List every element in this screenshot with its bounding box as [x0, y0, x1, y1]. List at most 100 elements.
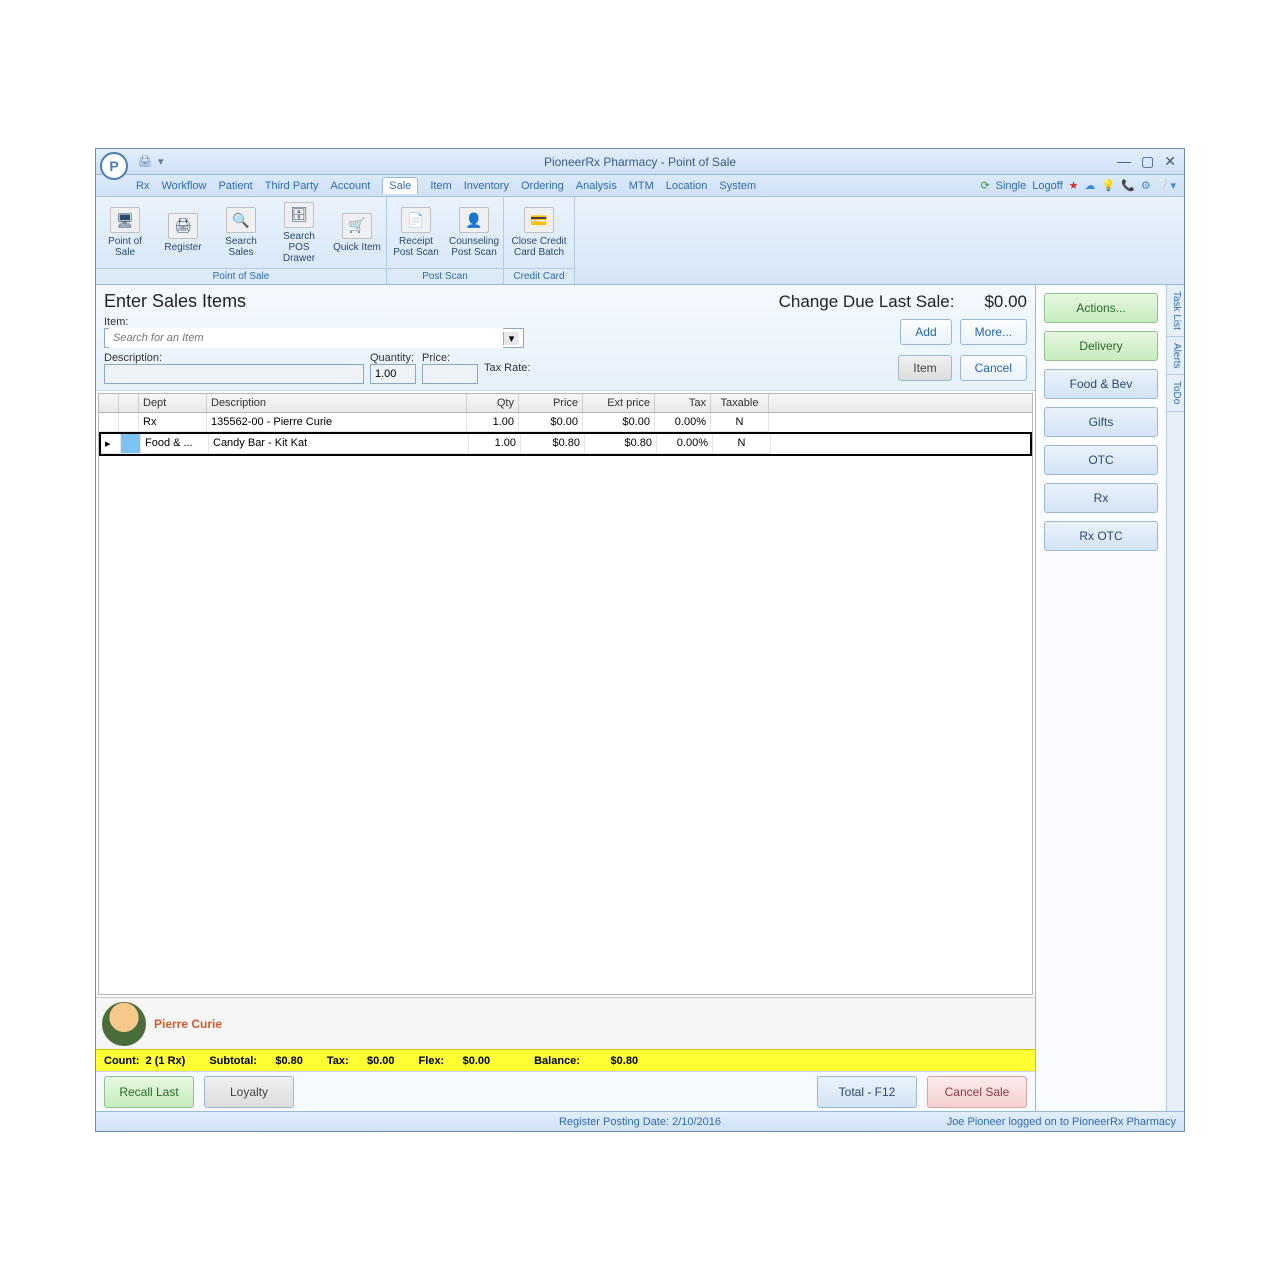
ribbon-quick-item[interactable]: 🛒Quick Item	[328, 197, 386, 268]
ribbon-search-pos-drawer[interactable]: 🗄Search POS Drawer	[270, 197, 328, 268]
menu-patient[interactable]: Patient	[218, 180, 252, 192]
creditcard-icon: 💳	[524, 207, 554, 233]
side-rx-otc-button[interactable]: Rx OTC	[1044, 521, 1158, 551]
col-description[interactable]: Description	[207, 394, 467, 412]
entry-header: Enter Sales Items Change Due Last Sale: …	[96, 285, 1035, 391]
side-otc-button[interactable]: OTC	[1044, 445, 1158, 475]
vtab-task-list[interactable]: Task List	[1167, 285, 1184, 337]
menu-account[interactable]: Account	[331, 180, 371, 192]
qat-dropdown-icon[interactable]: ▾	[158, 155, 164, 168]
ribbon-close-cc-batch[interactable]: 💳Close Credit Card Batch	[504, 197, 574, 268]
row-indicator-icon: ▸	[101, 434, 121, 454]
add-button[interactable]: Add	[900, 319, 951, 345]
menu-analysis[interactable]: Analysis	[576, 180, 617, 192]
menu-location[interactable]: Location	[666, 180, 708, 192]
app-window: P 🖨 ▾ PioneerRx Pharmacy - Point of Sale…	[95, 148, 1185, 1132]
cancel-button[interactable]: Cancel	[960, 355, 1027, 381]
table-row[interactable]: ▸ Food & ... Candy Bar - Kit Kat 1.00 $0…	[99, 432, 1032, 456]
col-qty[interactable]: Qty	[467, 394, 519, 412]
ribbon-point-of-sale[interactable]: 🖥Point of Sale	[96, 197, 154, 268]
app-logo[interactable]: P	[100, 152, 128, 180]
register-icon: 🖨	[168, 213, 198, 239]
ribbon-register[interactable]: 🖨Register	[154, 197, 212, 268]
tools-icon[interactable]: ⚙	[1141, 179, 1151, 192]
menubar: Rx Workflow Patient Third Party Account …	[96, 175, 1184, 197]
customer-name: Pierre Curie	[154, 1017, 222, 1031]
cancel-sale-button[interactable]: Cancel Sale	[927, 1076, 1027, 1108]
loyalty-button[interactable]: Loyalty	[204, 1076, 294, 1108]
change-due-value: $0.00	[984, 292, 1027, 312]
titlebar: P 🖨 ▾ PioneerRx Pharmacy - Point of Sale…	[96, 149, 1184, 175]
ribbon-receipt-post-scan[interactable]: 📄Receipt Post Scan	[387, 197, 445, 268]
window-title: PioneerRx Pharmacy - Point of Sale	[544, 155, 736, 169]
ribbon-group-creditcard: 💳Close Credit Card Batch Credit Card	[504, 197, 575, 284]
monitor-icon: 🖥	[110, 207, 140, 233]
mode-single[interactable]: Single	[996, 180, 1027, 192]
item-search-combo[interactable]: ▾	[104, 328, 524, 348]
side-rx-button[interactable]: Rx	[1044, 483, 1158, 513]
window-controls: — ▢ ✕	[1117, 153, 1184, 170]
more-button[interactable]: More...	[960, 319, 1027, 345]
main-panel: Enter Sales Items Change Due Last Sale: …	[96, 285, 1036, 1111]
ribbon-group-pos: 🖥Point of Sale 🖨Register 🔍Search Sales 🗄…	[96, 197, 387, 284]
total-button[interactable]: Total - F12	[817, 1076, 917, 1108]
chevron-down-icon[interactable]: ▾	[503, 332, 519, 345]
vtab-alerts[interactable]: Alerts	[1167, 337, 1184, 376]
quantity-input[interactable]	[370, 364, 416, 384]
col-ext-price[interactable]: Ext price	[583, 394, 655, 412]
menu-third-party[interactable]: Third Party	[265, 180, 319, 192]
side-food-bev-button[interactable]: Food & Bev	[1044, 369, 1158, 399]
col-tax[interactable]: Tax	[655, 394, 711, 412]
vtab-todo[interactable]: ToDo	[1167, 375, 1184, 411]
avatar-icon	[102, 1002, 146, 1046]
search-icon: 🔍	[226, 207, 256, 233]
side-gifts-button[interactable]: Gifts	[1044, 407, 1158, 437]
summary-bar: Count: 2 (1 Rx) Subtotal: $0.80 Tax: $0.…	[96, 1049, 1035, 1071]
col-price[interactable]: Price	[519, 394, 583, 412]
side-actions-button[interactable]: Actions...	[1044, 293, 1158, 323]
phone-icon[interactable]: 📞	[1121, 179, 1135, 192]
recall-last-button[interactable]: Recall Last	[104, 1076, 194, 1108]
chat-icon[interactable]: ☁	[1085, 179, 1096, 192]
menu-workflow[interactable]: Workflow	[161, 180, 206, 192]
menu-inventory[interactable]: Inventory	[464, 180, 509, 192]
maximize-button[interactable]: ▢	[1141, 153, 1154, 170]
drawer-icon: 🗄	[284, 202, 314, 228]
menu-sale[interactable]: Sale	[382, 177, 418, 194]
col-dept[interactable]: Dept	[139, 394, 207, 412]
posting-date: Register Posting Date: 2/10/2016	[559, 1116, 721, 1128]
price-input[interactable]	[422, 364, 478, 384]
tax-rate-label: Tax Rate:	[484, 362, 530, 374]
bulb-icon[interactable]: 💡	[1102, 179, 1116, 192]
menu-ordering[interactable]: Ordering	[521, 180, 564, 192]
logoff-link[interactable]: Logoff	[1032, 180, 1062, 192]
menu-item[interactable]: Item	[430, 180, 451, 192]
menu-rx[interactable]: Rx	[136, 180, 149, 192]
col-taxable[interactable]: Taxable	[711, 394, 769, 412]
table-row[interactable]: Rx 135562-00 - Pierre Curie 1.00 $0.00 $…	[99, 413, 1032, 432]
page-title: Enter Sales Items	[104, 291, 246, 312]
quick-access-toolbar: 🖨 ▾	[138, 155, 164, 168]
star-icon[interactable]: ★	[1069, 179, 1079, 192]
logged-on-text: Joe Pioneer logged on to PioneerRx Pharm…	[947, 1116, 1176, 1128]
side-delivery-button[interactable]: Delivery	[1044, 331, 1158, 361]
ribbon-counseling-post-scan[interactable]: 👤Counseling Post Scan	[445, 197, 503, 268]
table-header: Dept Description Qty Price Ext price Tax…	[99, 394, 1032, 413]
refresh-icon[interactable]: ⟳	[980, 179, 989, 192]
item-search-input[interactable]	[109, 328, 503, 348]
ribbon-group-label: Post Scan	[387, 268, 503, 284]
description-input[interactable]	[104, 364, 364, 384]
ribbon-group-label: Point of Sale	[96, 268, 386, 284]
ribbon-group-postscan: 📄Receipt Post Scan 👤Counseling Post Scan…	[387, 197, 504, 284]
close-button[interactable]: ✕	[1164, 153, 1176, 170]
menu-system[interactable]: System	[719, 180, 756, 192]
receipt-icon: 📄	[401, 207, 431, 233]
qat-print-icon[interactable]: 🖨	[138, 155, 152, 168]
ribbon-search-sales[interactable]: 🔍Search Sales	[212, 197, 270, 268]
item-button[interactable]: Item	[898, 355, 951, 381]
person-icon: 👤	[459, 207, 489, 233]
help-icon[interactable]: ❔▾	[1157, 179, 1176, 192]
minimize-button[interactable]: —	[1117, 153, 1131, 170]
menu-mtm[interactable]: MTM	[629, 180, 654, 192]
change-due-label: Change Due Last Sale:	[779, 292, 955, 312]
